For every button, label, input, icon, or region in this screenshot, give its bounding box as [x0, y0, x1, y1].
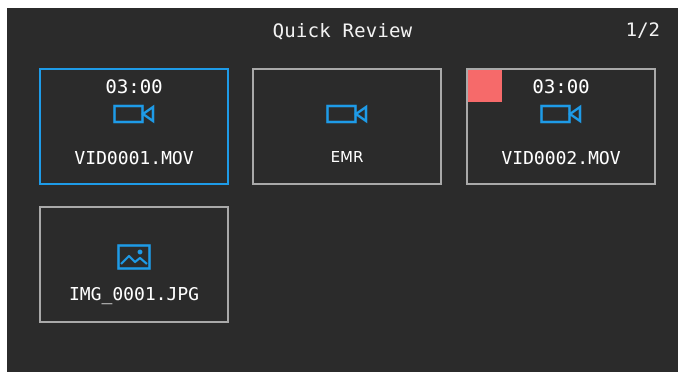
- page-indicator: 1/2: [625, 19, 660, 41]
- video-camera-icon: [540, 104, 582, 124]
- file-name: VID0002.MOV: [501, 148, 621, 169]
- page-title: Quick Review: [272, 20, 413, 42]
- video-camera-icon: [326, 104, 368, 124]
- video-duration: 03:00: [105, 76, 163, 98]
- file-name: EMR: [330, 148, 364, 166]
- file-tile-emr[interactable]: EMR: [252, 68, 442, 185]
- video-duration: 03:00: [532, 76, 590, 98]
- file-name: IMG_0001.JPG: [68, 284, 200, 305]
- file-tile-vid0002[interactable]: 03:00 VID0002.MOV: [466, 68, 656, 185]
- video-camera-icon: [113, 104, 155, 124]
- file-tile-vid0001[interactable]: 03:00 VID0001.MOV: [39, 68, 229, 185]
- image-icon: [117, 244, 151, 270]
- quick-review-screen: Quick Review 1/2 03:00 VID0001.MOV EMR 0…: [7, 8, 678, 372]
- file-tile-img0001[interactable]: IMG_0001.JPG: [39, 206, 229, 323]
- file-name: VID0001.MOV: [74, 148, 194, 169]
